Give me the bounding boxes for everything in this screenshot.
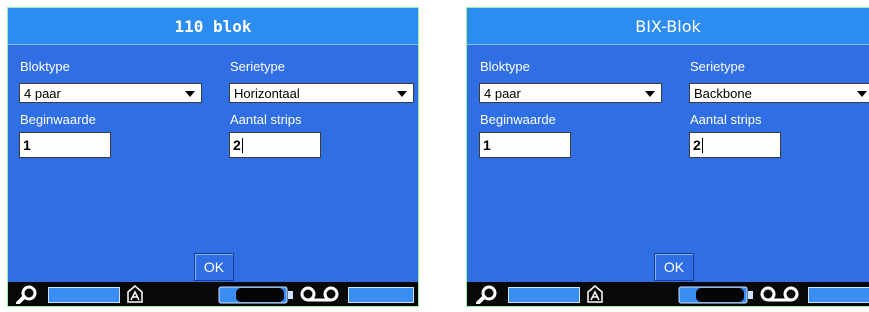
chevron-down-icon: [185, 91, 195, 97]
bloktype-label: Bloktype: [480, 59, 530, 74]
aantal-strips-label: Aantal strips: [230, 112, 302, 127]
status-bar: [8, 282, 418, 306]
bloktype-value: 4 paar: [484, 85, 521, 101]
beginwaarde-label: Beginwaarde: [480, 112, 556, 127]
tape-reel-icon: [760, 286, 799, 302]
beginwaarde-value: 1: [483, 137, 491, 153]
beginwaarde-input[interactable]: 1: [19, 132, 111, 158]
text-caret: [701, 137, 703, 153]
dialog-title: 110 blok: [8, 8, 418, 45]
status-bar: [467, 282, 869, 306]
ok-button[interactable]: OK: [654, 253, 694, 281]
text-caret: [241, 137, 243, 153]
dialog-bix-blok: BIX-Blok Bloktype 4 paar Serietype Backb…: [466, 7, 869, 307]
aantal-strips-label: Aantal strips: [690, 112, 762, 127]
dialog-title: BIX-Blok: [467, 8, 869, 45]
serietype-label: Serietype: [690, 59, 745, 74]
aantal-strips-value: 2: [233, 137, 241, 153]
chevron-down-icon: [645, 91, 655, 97]
status-meter-right: [348, 287, 414, 303]
serietype-select[interactable]: Horizontaal: [229, 83, 414, 103]
status-meter-left: [48, 287, 120, 303]
search-icon: [16, 285, 37, 304]
aantal-strips-input[interactable]: 2: [689, 132, 781, 158]
serietype-label: Serietype: [230, 59, 285, 74]
beginwaarde-input[interactable]: 1: [479, 132, 571, 158]
bloktype-select[interactable]: 4 paar: [479, 83, 662, 103]
bloktype-label: Bloktype: [20, 59, 70, 74]
serietype-select[interactable]: Backbone: [689, 83, 869, 103]
beginwaarde-value: 1: [23, 137, 31, 153]
status-meter-left: [508, 287, 580, 303]
aantal-strips-input[interactable]: 2: [229, 132, 321, 158]
search-icon: [476, 285, 497, 304]
tape-reel-icon: [300, 286, 339, 302]
battery-icon: [218, 286, 293, 304]
label-house-icon: [127, 285, 143, 303]
serietype-value: Backbone: [694, 85, 752, 101]
chevron-down-icon: [397, 91, 407, 97]
ok-button[interactable]: OK: [194, 253, 234, 281]
label-house-icon: [587, 285, 603, 303]
beginwaarde-label: Beginwaarde: [20, 112, 96, 127]
aantal-strips-value: 2: [693, 137, 701, 153]
status-meter-right: [808, 287, 869, 303]
battery-icon: [678, 286, 753, 304]
chevron-down-icon: [857, 91, 867, 97]
serietype-value: Horizontaal: [234, 85, 300, 101]
dialog-110-blok: 110 blok Bloktype 4 paar Serietype Horiz…: [7, 7, 419, 307]
bloktype-value: 4 paar: [24, 85, 61, 101]
bloktype-select[interactable]: 4 paar: [19, 83, 202, 103]
